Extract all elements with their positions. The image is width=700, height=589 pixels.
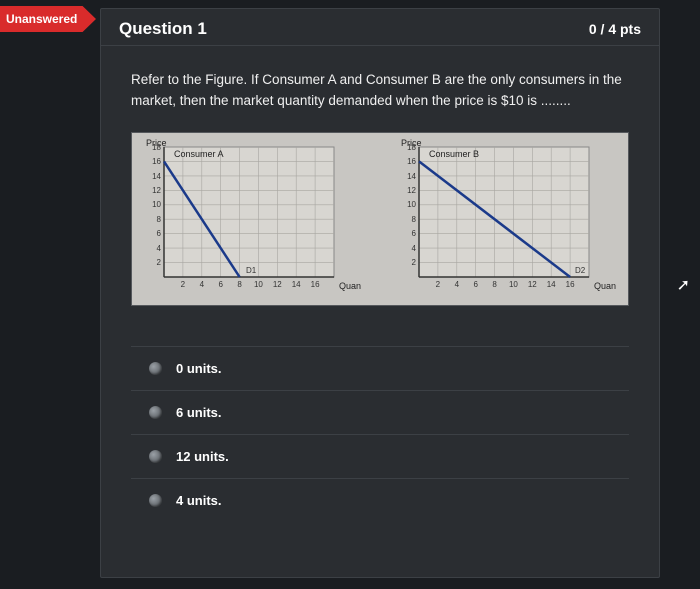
radio-icon [149,362,162,375]
svg-text:4: 4 [412,244,417,253]
chart-title-b: Consumer B [429,149,479,159]
question-title: Question 1 [119,19,207,39]
svg-text:8: 8 [157,215,162,224]
svg-text:16: 16 [407,157,416,166]
cursor-icon: ➚ [677,275,690,295]
svg-text:4: 4 [200,280,205,289]
chart-consumer-a: D1 Consumer A 181614 12108 642 246 [136,139,361,299]
svg-text:8: 8 [492,280,497,289]
radio-icon [149,494,162,507]
svg-text:12: 12 [152,186,161,195]
svg-text:6: 6 [412,229,417,238]
radio-icon [149,406,162,419]
answer-label: 6 units. [176,405,222,420]
ylabel-a: Price [146,139,167,148]
question-body: Refer to the Figure. If Consumer A and C… [101,46,659,522]
chart-consumer-b: D2 Consumer B 181614 12108 642 246 81012… [391,139,616,299]
svg-text:8: 8 [412,215,417,224]
answer-list: 0 units. 6 units. 12 units. 4 units. [131,346,629,522]
svg-text:10: 10 [407,200,416,209]
svg-text:14: 14 [152,172,161,181]
answer-option-1[interactable]: 6 units. [131,390,629,434]
svg-text:14: 14 [292,280,301,289]
unanswered-flag: Unanswered [0,6,96,32]
svg-text:6: 6 [218,280,223,289]
answer-option-2[interactable]: 12 units. [131,434,629,478]
answer-label: 12 units. [176,449,229,464]
svg-text:12: 12 [273,280,282,289]
demand-figure: D1 Consumer A 181614 12108 642 246 [131,132,629,306]
svg-text:4: 4 [455,280,460,289]
answer-option-3[interactable]: 4 units. [131,478,629,522]
svg-text:16: 16 [311,280,320,289]
page: Unanswered Question 1 0 / 4 pts Refer to… [0,0,700,578]
svg-text:6: 6 [473,280,478,289]
answer-label: 0 units. [176,361,222,376]
svg-text:10: 10 [509,280,518,289]
xlabel-b: Quantity [594,281,616,291]
radio-icon [149,450,162,463]
svg-text:12: 12 [528,280,537,289]
ylabel-b: Price [401,139,422,148]
svg-text:8: 8 [237,280,242,289]
question-card: Question 1 0 / 4 pts Refer to the Figure… [100,8,660,578]
svg-text:14: 14 [407,172,416,181]
svg-text:14: 14 [547,280,556,289]
chart-title-a: Consumer A [174,149,224,159]
svg-text:10: 10 [152,200,161,209]
question-header: Question 1 0 / 4 pts [101,9,659,46]
svg-text:4: 4 [157,244,162,253]
series-label-d2: D2 [575,266,586,275]
svg-text:2: 2 [436,280,441,289]
xlabel-a: Quantity [339,281,361,291]
question-prompt: Refer to the Figure. If Consumer A and C… [131,70,629,112]
question-points: 0 / 4 pts [589,21,641,37]
svg-text:12: 12 [407,186,416,195]
svg-text:16: 16 [152,157,161,166]
svg-text:6: 6 [157,229,162,238]
svg-text:2: 2 [412,258,417,267]
answer-label: 4 units. [176,493,222,508]
svg-text:16: 16 [566,280,575,289]
svg-text:2: 2 [157,258,162,267]
svg-text:10: 10 [254,280,263,289]
answer-option-0[interactable]: 0 units. [131,346,629,390]
svg-text:2: 2 [181,280,186,289]
series-label-d1: D1 [246,266,257,275]
